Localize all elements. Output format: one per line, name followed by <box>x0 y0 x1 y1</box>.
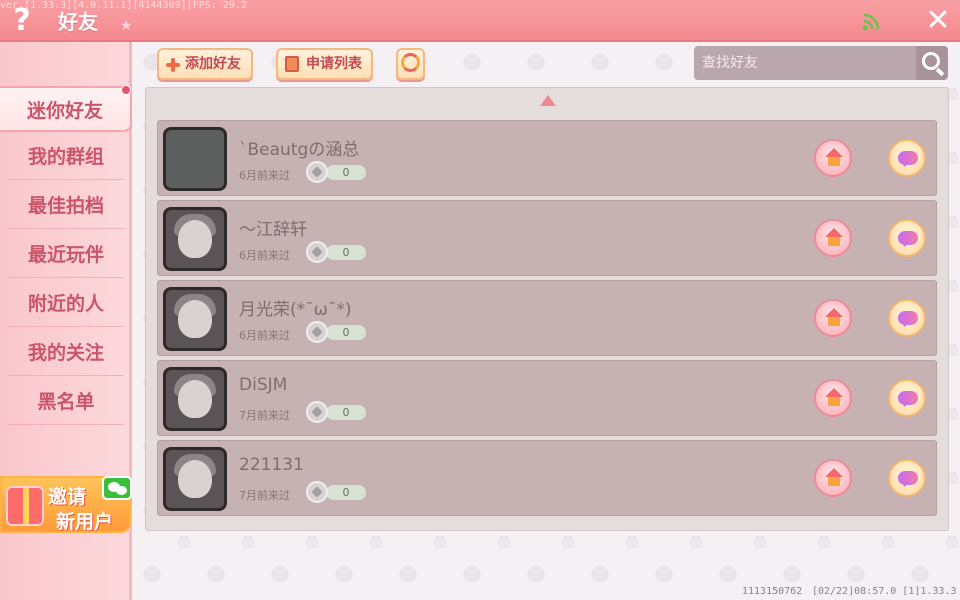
sidebar-item-my-groups[interactable]: 我的群组 <box>8 134 124 180</box>
close-button[interactable]: ✕ <box>922 4 954 38</box>
chat-button[interactable] <box>888 139 926 177</box>
home-icon <box>825 308 843 326</box>
sidebar-item-mini-friends[interactable]: 迷你好友 <box>0 86 132 132</box>
refresh-icon <box>401 53 420 72</box>
star-decoration-icon: ★ <box>120 18 133 34</box>
user-id-text: 1113150762 <box>742 586 803 597</box>
last-seen-text: 6月前来过 <box>239 329 290 342</box>
chat-bubble-icon <box>898 311 918 327</box>
sidebar-item-nearby[interactable]: 附近的人 <box>8 281 124 327</box>
avatar-face <box>178 380 212 418</box>
chat-bubble-icon <box>898 471 918 487</box>
chat-bubble-icon <box>898 151 918 167</box>
help-button[interactable]: ? <box>8 4 36 38</box>
search-input[interactable]: 查找好友 <box>694 46 916 80</box>
page-title: 好友 <box>58 10 98 34</box>
avatar[interactable] <box>163 447 227 511</box>
home-icon <box>825 468 843 486</box>
invite-sublabel: 新用户 <box>56 511 114 533</box>
home-icon <box>825 228 843 246</box>
refresh-button[interactable] <box>396 48 425 80</box>
avatar[interactable] <box>163 127 227 191</box>
gift-icon <box>6 486 44 526</box>
visit-home-button[interactable] <box>814 219 852 257</box>
top-bar: ver.[1.33.3][4.0.11.1][4144309][FPS: 29.… <box>0 0 960 42</box>
intimacy-icon <box>306 401 328 423</box>
scroll-up-arrow-icon[interactable] <box>540 95 556 106</box>
chat-button[interactable] <box>888 379 926 417</box>
home-icon <box>825 388 843 406</box>
avatar[interactable] <box>163 367 227 431</box>
chat-button[interactable] <box>888 219 926 257</box>
request-list-button[interactable]: 申请列表 <box>276 48 373 80</box>
chat-button[interactable] <box>888 459 926 497</box>
signal-icon <box>862 13 880 31</box>
friend-name: ～江辞轩 <box>239 220 307 240</box>
friend-name: 月光荣(*¯ω¯*) <box>239 300 352 320</box>
avatar[interactable] <box>163 207 227 271</box>
visit-home-button[interactable] <box>814 459 852 497</box>
chat-bubble-icon <box>898 231 918 247</box>
intimacy-icon <box>306 481 328 503</box>
intimacy-value: 0 <box>326 165 366 180</box>
intimacy-value: 0 <box>326 405 366 420</box>
chat-bubble-icon <box>898 391 918 407</box>
plus-icon <box>166 58 180 72</box>
session-info-text: [02/22]08:57.0 [1]1.33.3 <box>812 586 957 597</box>
intimacy-icon <box>306 161 328 183</box>
intimacy-value: 0 <box>326 325 366 340</box>
chat-button[interactable] <box>888 299 926 337</box>
friend-name: DiSJM <box>239 375 288 395</box>
home-icon <box>825 148 843 166</box>
visit-home-button[interactable] <box>814 139 852 177</box>
visit-home-button[interactable] <box>814 299 852 337</box>
friend-row[interactable]: `Beautgの涵总 6月前来过 0 <box>157 120 937 196</box>
avatar-face <box>178 220 212 258</box>
sidebar-item-best-partners[interactable]: 最佳拍档 <box>8 183 124 229</box>
friend-row[interactable]: DiSJM 7月前来过 0 <box>157 360 937 436</box>
intimacy-icon <box>306 321 328 343</box>
list-icon <box>285 56 299 72</box>
sidebar-item-recent-players[interactable]: 最近玩伴 <box>8 232 124 278</box>
add-friend-button[interactable]: 添加好友 <box>157 48 253 80</box>
avatar-face <box>178 460 212 498</box>
search-button[interactable] <box>916 46 948 80</box>
invite-label: 邀请 <box>48 486 87 508</box>
wechat-icon <box>102 476 132 500</box>
last-seen-text: 7月前来过 <box>239 489 290 502</box>
visit-home-button[interactable] <box>814 379 852 417</box>
sidebar-item-blacklist[interactable]: 黑名单 <box>8 379 124 425</box>
request-list-label: 申请列表 <box>306 56 362 72</box>
notification-dot <box>121 85 131 95</box>
friend-row[interactable]: 月光荣(*¯ω¯*) 6月前来过 0 <box>157 280 937 356</box>
invite-new-user-button[interactable]: 邀请 新用户 <box>0 476 132 533</box>
search-icon <box>922 52 940 70</box>
friend-row[interactable]: 221131 7月前来过 0 <box>157 440 937 516</box>
avatar[interactable] <box>163 287 227 351</box>
last-seen-text: 7月前来过 <box>239 409 290 422</box>
friend-name: 221131 <box>239 455 304 475</box>
sidebar-item-following[interactable]: 我的关注 <box>8 330 124 376</box>
add-friend-label: 添加好友 <box>185 56 241 72</box>
friend-name: `Beautgの涵总 <box>239 140 360 160</box>
version-text: ver.[1.33.3][4.0.11.1][4144309][FPS: 29.… <box>0 0 247 11</box>
last-seen-text: 6月前来过 <box>239 249 290 262</box>
friend-row[interactable]: ～江辞轩 6月前来过 0 <box>157 200 937 276</box>
intimacy-value: 0 <box>326 245 366 260</box>
intimacy-icon <box>306 241 328 263</box>
avatar-face <box>178 300 212 338</box>
last-seen-text: 6月前来过 <box>239 169 290 182</box>
intimacy-value: 0 <box>326 485 366 500</box>
